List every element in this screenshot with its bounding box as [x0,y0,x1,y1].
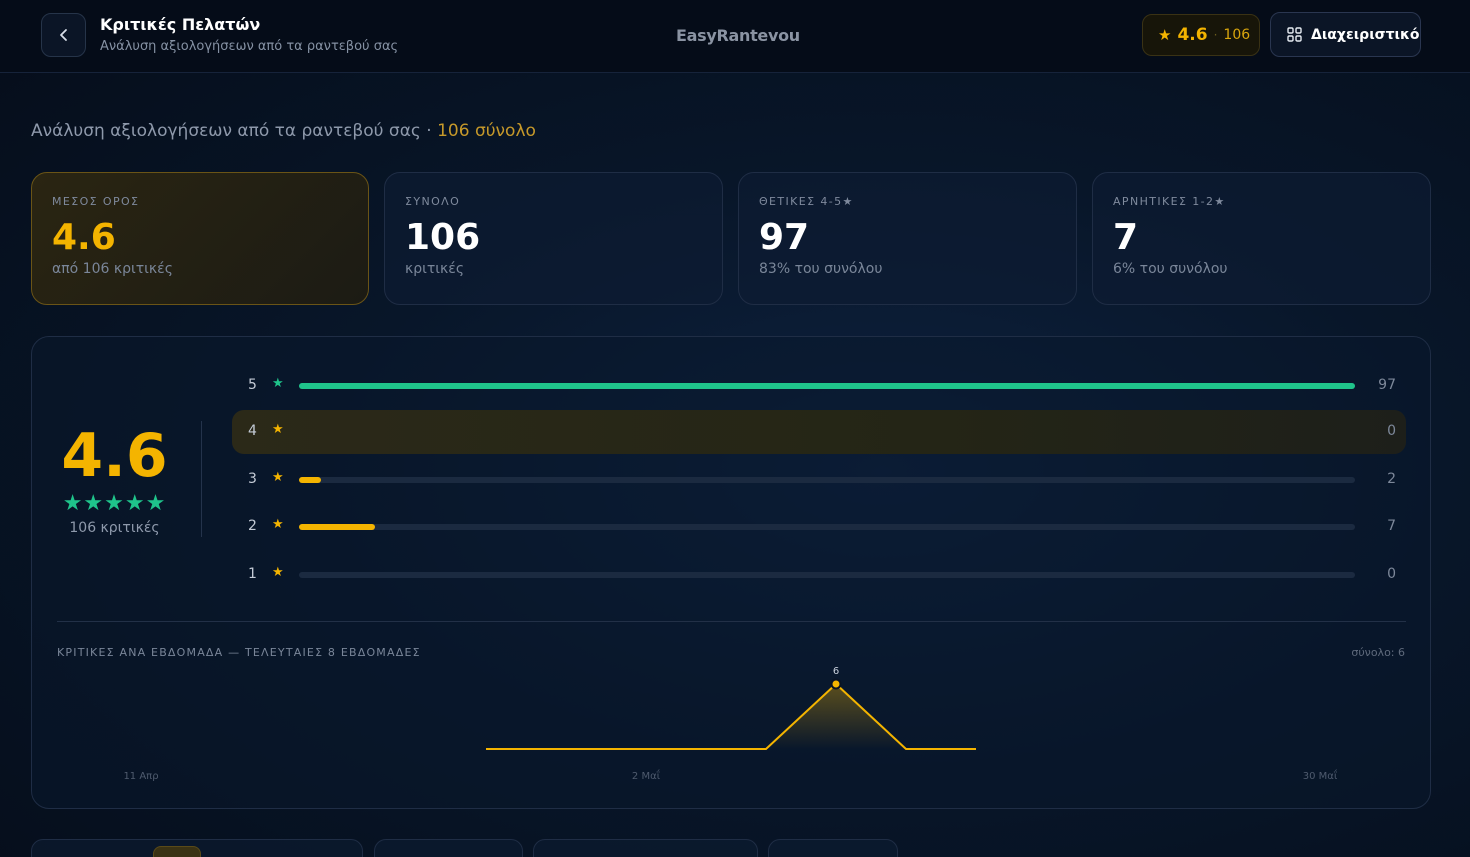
top-header: Κριτικές Πελατών Ανάλυση αξιολογήσεων απ… [0,0,1470,73]
back-button[interactable] [41,13,86,57]
stat-note: κριτικές [405,261,465,277]
stat-value: 4.6 [52,217,116,258]
intro-total: 106 σύνολο [437,121,536,141]
separator-dot: · [1213,28,1218,42]
bar-track [299,383,1355,389]
star-icon: ★ [272,470,284,485]
row-star-level: 5 [248,377,257,393]
grid-icon [1287,27,1302,42]
star-icon: ★ [1158,26,1172,44]
chart-x-tick-label: 11 Απρ [123,771,158,782]
row-count: 7 [1387,518,1396,534]
stat-card-positive: ΘΕΤΙΚΕΣ 4-5★ 97 83% του συνόλου [738,172,1077,305]
horizontal-divider [57,621,1406,622]
average-review-count: 106 κριτικές [69,520,160,536]
admin-dashboard-button[interactable]: Διαχειριστικό [1270,12,1421,57]
stat-value: 7 [1113,217,1139,258]
reviews-intro: Ανάλυση αξιολογήσεων από τα ραντεβού σας… [31,121,536,141]
row-count: 0 [1387,566,1396,582]
bar-fill [299,383,1355,389]
bar-track [299,429,1355,435]
bar-fill [299,477,321,483]
tab-count-badge [153,846,201,857]
stat-label: ΑΡΝΗΤΙΚΕΣ 1-2★ [1113,195,1226,208]
brand-logo-text[interactable]: EasyRantevou [676,26,800,45]
stat-value: 97 [759,217,810,258]
stat-card-total: ΣΥΝΟΛΟ 106 κριτικές [384,172,723,305]
row-count: 2 [1387,471,1396,487]
chart-x-tick-label: 30 Μαΐ [1303,768,1338,782]
distribution-row-5[interactable]: 5 ★ 97 [232,364,1406,408]
stat-note: από 106 κριτικές [52,261,173,277]
page-subtitle: Ανάλυση αξιολογήσεων από τα ραντεβού σας [100,39,399,54]
row-star-level: 1 [248,566,257,582]
rating-breakdown-panel: 4.6 ★★★★★ 106 κριτικές 5 ★ 97 4 ★ 0 3 ★ … [31,336,1431,809]
stat-note: 6% του συνόλου [1113,261,1228,277]
bar-track [299,524,1355,530]
row-star-level: 2 [248,518,257,534]
row-count: 0 [1387,423,1396,439]
filter-tab-4[interactable] [768,839,898,857]
distribution-row-4[interactable]: 4 ★ 0 [232,410,1406,454]
average-summary: 4.6 ★★★★★ 106 κριτικές [57,421,172,536]
row-count: 97 [1378,377,1396,393]
rating-count: 106 [1223,27,1251,43]
star-icon: ★ [272,422,284,437]
chart-point-label: 6 [833,666,839,677]
chart-point-marker[interactable] [830,678,842,690]
distribution-row-1[interactable]: 1 ★ 0 [232,553,1406,597]
distribution-row-2[interactable]: 2 ★ 7 [232,505,1406,549]
stat-note: 83% του συνόλου [759,261,883,277]
bar-track [299,477,1355,483]
page-title: Κριτικές Πελατών [100,15,261,34]
filter-tab-all[interactable] [31,839,363,857]
star-icon: ★ [272,517,284,532]
chart-area-fill [486,684,976,749]
intro-text: Ανάλυση αξιολογήσεων από τα ραντεβού σας… [31,121,438,141]
bar-fill [299,524,376,530]
stat-label: ΜΕΣΟΣ ΟΡΟΣ [52,195,140,208]
rating-summary-badge: ★ 4.6 · 106 [1142,14,1260,56]
star-icon: ★ [272,565,284,580]
bar-track [299,572,1355,578]
average-rating-value: 4.6 [61,421,168,491]
rating-value: 4.6 [1177,25,1208,45]
star-icon: ★ [272,376,284,391]
stat-label: ΘΕΤΙΚΕΣ 4-5★ [759,195,854,208]
row-star-level: 3 [248,471,257,487]
stat-value: 106 [405,217,481,258]
row-star-level: 4 [248,423,257,439]
vertical-divider [201,421,202,537]
distribution-row-3[interactable]: 3 ★ 2 [232,458,1406,502]
filter-tab-3[interactable] [533,839,758,857]
filter-tab-2[interactable] [374,839,523,857]
stat-card-negative: ΑΡΝΗΤΙΚΕΣ 1-2★ 7 6% του συνόλου [1092,172,1431,305]
five-stars-icon: ★★★★★ [62,491,167,516]
chevron-left-icon [59,29,67,41]
chart-series-line [486,682,976,750]
stat-label: ΣΥΝΟΛΟ [405,195,461,208]
stat-card-average: ΜΕΣΟΣ ΟΡΟΣ 4.6 από 106 κριτικές [31,172,369,305]
admin-dashboard-label: Διαχειριστικό [1311,26,1420,43]
chart-x-tick-label: 2 Μαΐ [632,768,661,782]
weekly-reviews-chart: 6 11 Απρ 2 Μαΐ 30 Μαΐ [123,666,1338,782]
